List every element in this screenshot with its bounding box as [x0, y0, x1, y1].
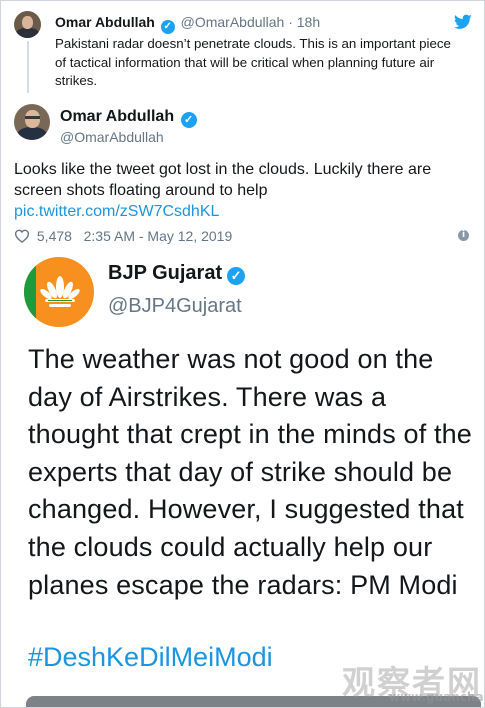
quoted-tweet-time[interactable]: 18h [297, 14, 320, 30]
bjp-lotus-logo [40, 276, 80, 307]
twitter-bird-icon[interactable] [454, 14, 472, 30]
separator-dot: · [288, 14, 293, 30]
quoted-author-name[interactable]: Omar Abdullah [55, 14, 155, 30]
embedded-tweet-screenshot[interactable]: BJP Gujarat ✓ @BJP4Gujarat The weather wa… [4, 250, 481, 707]
quoted-tweet-header: Omar Abdullah ✓ @OmarAbdullah · 18h [55, 14, 320, 34]
author-handle[interactable]: @OmarAbdullah [60, 129, 164, 145]
watermark-url: www.guancha.cn [389, 690, 484, 704]
like-count[interactable]: 5,478 [37, 228, 72, 244]
author-name-row: Omar Abdullah ✓ [60, 108, 199, 128]
author-name[interactable]: Omar Abdullah [60, 108, 174, 125]
thread-connector-line [27, 41, 29, 93]
verified-badge-icon: ✓ [227, 267, 246, 285]
tweet-text: Looks like the tweet got lost in the clo… [14, 161, 432, 199]
tweet-timestamp[interactable]: 2:35 AM - May 12, 2019 [84, 228, 233, 244]
quoted-author-handle[interactable]: @OmarAbdullah [181, 14, 285, 30]
info-icon[interactable]: i [458, 230, 469, 241]
bjp-hashtag: #DeshKeDilMeiModi [28, 642, 273, 672]
bjp-avatar [24, 257, 94, 327]
quoted-tweet-text: Pakistani radar doesn’t penetrate clouds… [55, 36, 451, 88]
bjp-author-handle: @BJP4Gujarat [108, 295, 242, 317]
quoted-tweet-avatar[interactable] [14, 11, 41, 38]
tweet-media-link[interactable]: pic.twitter.com/zSW7CsdhKL [14, 203, 219, 221]
author-avatar[interactable] [14, 104, 50, 140]
bjp-author-name: BJP Gujarat [108, 262, 223, 284]
verified-badge-icon: ✓ [160, 20, 175, 34]
heart-icon[interactable] [14, 229, 30, 243]
tweet-card: Omar Abdullah ✓ @OmarAbdullah · 18h Paki… [0, 0, 485, 708]
bjp-tweet-body: The weather was not good on the day of A… [28, 344, 472, 600]
verified-badge-icon: ✓ [180, 112, 197, 128]
tweet-meta: 5,478 2:35 AM - May 12, 2019 [14, 228, 232, 244]
bjp-name-row: BJP Gujarat ✓ [108, 262, 246, 285]
